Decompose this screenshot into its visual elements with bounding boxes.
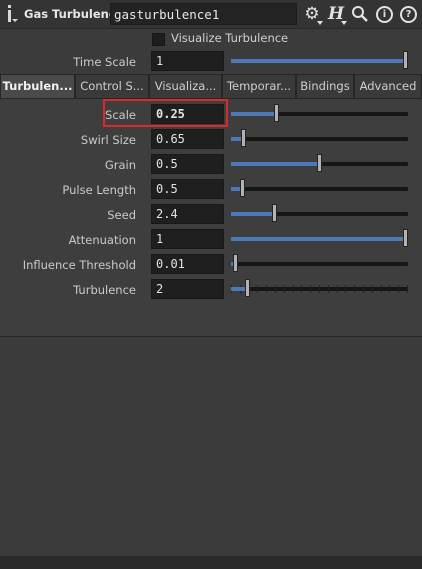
gear-icon[interactable]: ⚙ [302,4,323,25]
param-field[interactable]: 0.5 [151,179,224,199]
tab-bar: Turbulen... Control S... Visualiza... Te… [0,74,422,98]
slider-tick [372,285,373,293]
slider-tick [275,285,276,293]
slider-handle[interactable] [240,179,245,197]
slider-handle[interactable] [403,229,408,247]
slider-fill [231,112,276,116]
time-scale-slider[interactable] [231,51,408,69]
node-name-field[interactable]: gasturbulence1 [110,3,297,25]
param-field[interactable]: 2 [151,279,224,299]
param-field[interactable]: 0.65 [151,129,224,149]
tab-control-settings[interactable]: Control S... [75,74,149,98]
param-slider[interactable] [231,129,408,147]
turbulence-panel: Scale 0.25 Swirl Size 0.65 Grain 0.5 Pul… [0,98,422,337]
slider-tick [381,285,382,293]
slider-tick [398,285,399,293]
param-slider[interactable] [231,104,408,122]
slider-tick [293,285,294,293]
slider-tick [354,285,355,293]
param-label: Seed [107,208,136,222]
slider-tick [284,285,285,293]
slider-handle[interactable] [403,51,408,69]
slider-tick [319,285,320,293]
houdini-help-icon[interactable]: H [326,4,347,25]
visualize-turbulence-label: Visualize Turbulence [171,31,289,45]
param-field[interactable]: 1 [151,229,224,249]
tab-temporary[interactable]: Temporar... [222,74,296,98]
param-field[interactable]: 0.01 [151,254,224,274]
param-slider[interactable] [231,254,408,272]
slider-fill [231,237,405,241]
param-label: Turbulence [73,283,136,297]
slider-tick [301,285,302,293]
slider-tick [266,285,267,293]
slider-tick [257,285,258,293]
slider-handle[interactable] [245,279,250,297]
scale-highlight-box [103,99,228,127]
param-slider[interactable] [231,154,408,172]
slider-handle[interactable] [241,129,246,147]
slider-tick [345,285,346,293]
param-slider[interactable] [231,179,408,197]
param-label: Pulse Length [62,183,136,197]
param-label: Swirl Size [80,133,136,147]
info-circle-icon[interactable]: i [374,4,394,24]
visualize-turbulence-checkbox[interactable] [152,33,165,46]
slider-tick [328,285,329,293]
slider-fill [231,59,405,63]
tab-visualization[interactable]: Visualiza... [149,74,222,98]
slider-fill [231,212,274,216]
slider-tick [363,285,364,293]
param-field[interactable]: 0.5 [151,154,224,174]
param-field[interactable]: 2.4 [151,204,224,224]
bottom-strip [0,556,422,569]
slider-handle[interactable] [274,104,279,122]
time-scale-label: Time Scale [73,55,136,69]
parameter-header: Gas Turbulence gasturbulence1 ⚙ H i ? [0,0,422,29]
slider-handle[interactable] [272,204,277,222]
slider-tick [310,285,311,293]
slider-tick [337,285,338,293]
search-icon[interactable] [350,4,370,24]
param-label: Grain [104,158,136,172]
param-label: Influence Threshold [22,258,136,272]
param-label: Attenuation [68,233,136,247]
slider-tick [389,285,390,293]
tab-turbulence[interactable]: Turbulen... [0,74,75,98]
param-slider[interactable] [231,204,408,222]
node-info-icon[interactable] [6,5,18,23]
node-type-label: Gas Turbulence [24,7,124,21]
tab-bindings[interactable]: Bindings [296,74,354,98]
help-circle-icon[interactable]: ? [398,4,418,24]
slider-handle[interactable] [233,254,238,272]
param-slider[interactable] [231,279,408,297]
slider-handle[interactable] [317,154,322,172]
param-slider[interactable] [231,229,408,247]
tab-advanced[interactable]: Advanced [354,74,422,98]
time-scale-field[interactable]: 1 [151,51,224,71]
slider-fill [231,162,319,166]
slider-tick [407,285,408,293]
